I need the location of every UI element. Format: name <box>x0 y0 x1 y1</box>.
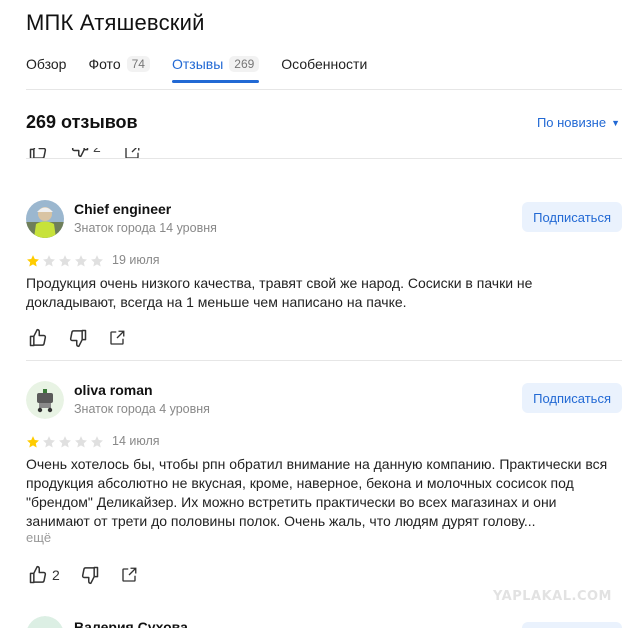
star-empty-icon <box>43 255 55 267</box>
tabs-bar: Обзор Фото 74 Отзывы 269 Особенности <box>26 53 389 83</box>
subscribe-button[interactable]: Подписаться <box>522 383 622 413</box>
thumbs-down-icon <box>71 148 89 158</box>
divider <box>26 158 622 159</box>
thumbs-up-icon <box>29 328 47 347</box>
like-button[interactable] <box>28 328 48 348</box>
review-author[interactable]: oliva roman <box>74 382 153 398</box>
thumbs-down-group[interactable]: 2 <box>70 148 101 158</box>
divider <box>26 360 622 361</box>
subscribe-button[interactable] <box>522 622 622 628</box>
share-icon[interactable] <box>123 148 141 158</box>
tab-count-badge: 269 <box>229 56 260 72</box>
avatar[interactable] <box>26 381 64 419</box>
star-empty-icon <box>43 436 55 448</box>
thumbs-up-icon[interactable] <box>28 148 48 158</box>
likes-count: 2 <box>93 148 101 155</box>
tab-photos[interactable]: Фото 74 <box>88 53 150 75</box>
sort-label: По новизне <box>536 115 607 130</box>
review-actions: 2 <box>28 565 158 585</box>
star-empty-icon <box>91 436 103 448</box>
thumbs-down-icon <box>81 566 99 585</box>
tab-label: Отзывы <box>171 56 224 72</box>
show-more-link[interactable]: ещё <box>26 530 51 545</box>
like-button[interactable]: 2 <box>28 565 60 585</box>
thumbs-down-icon <box>69 329 87 348</box>
review-author[interactable]: Chief engineer <box>74 201 171 217</box>
tab-overview[interactable]: Обзор <box>26 53 66 75</box>
star-empty-icon <box>75 436 87 448</box>
review-author[interactable]: Валерия Сухова <box>74 619 188 628</box>
star-empty-icon <box>75 255 87 267</box>
star-empty-icon <box>91 255 103 267</box>
thumbs-up-icon <box>29 565 47 584</box>
star-empty-icon <box>59 255 71 267</box>
star-filled-icon <box>27 436 39 448</box>
tab-label: Фото <box>88 56 121 72</box>
star-empty-icon <box>59 436 71 448</box>
page-title: МПК Атяшевский <box>26 10 205 35</box>
tab-label: Обзор <box>26 56 67 72</box>
sort-dropdown[interactable]: По новизне ▼ <box>537 115 620 130</box>
review-text: Очень хотелось бы, чтобы рпн обратил вни… <box>26 456 608 529</box>
previous-review-actions-clipped: 2 <box>28 148 141 158</box>
share-icon <box>122 567 137 582</box>
dislike-button[interactable] <box>68 328 88 348</box>
tab-label: Особенности <box>281 56 368 72</box>
author-level: Знаток города 14 уровня <box>74 221 217 235</box>
reviews-count-heading: 269 отзывов <box>26 112 138 132</box>
review-date: 14 июля <box>112 434 160 448</box>
avatar[interactable] <box>26 200 64 238</box>
dislike-button[interactable] <box>80 565 100 585</box>
tab-features[interactable]: Особенности <box>281 53 367 75</box>
avatar[interactable] <box>26 616 64 628</box>
watermark-logo: YAPLAKAL.COM <box>493 589 612 604</box>
tab-count-badge: 74 <box>126 56 150 72</box>
rating-stars <box>26 254 104 268</box>
review-card: Валерия Сухова <box>26 614 622 628</box>
divider <box>26 89 622 90</box>
subscribe-button[interactable]: Подписаться <box>522 202 622 232</box>
rating-stars <box>26 435 104 449</box>
share-icon <box>110 330 125 345</box>
chevron-down-icon: ▼ <box>611 117 620 128</box>
review-text: Продукция очень низкого качества, травят… <box>26 275 533 310</box>
likes-count: 2 <box>52 567 60 583</box>
review-date: 19 июля <box>112 253 160 267</box>
star-filled-icon <box>27 255 39 267</box>
share-button[interactable] <box>120 566 138 584</box>
share-button[interactable] <box>108 329 126 347</box>
author-level: Знаток города 4 уровня <box>74 402 210 416</box>
review-actions <box>28 328 146 348</box>
tab-reviews[interactable]: Отзывы 269 <box>171 53 260 83</box>
